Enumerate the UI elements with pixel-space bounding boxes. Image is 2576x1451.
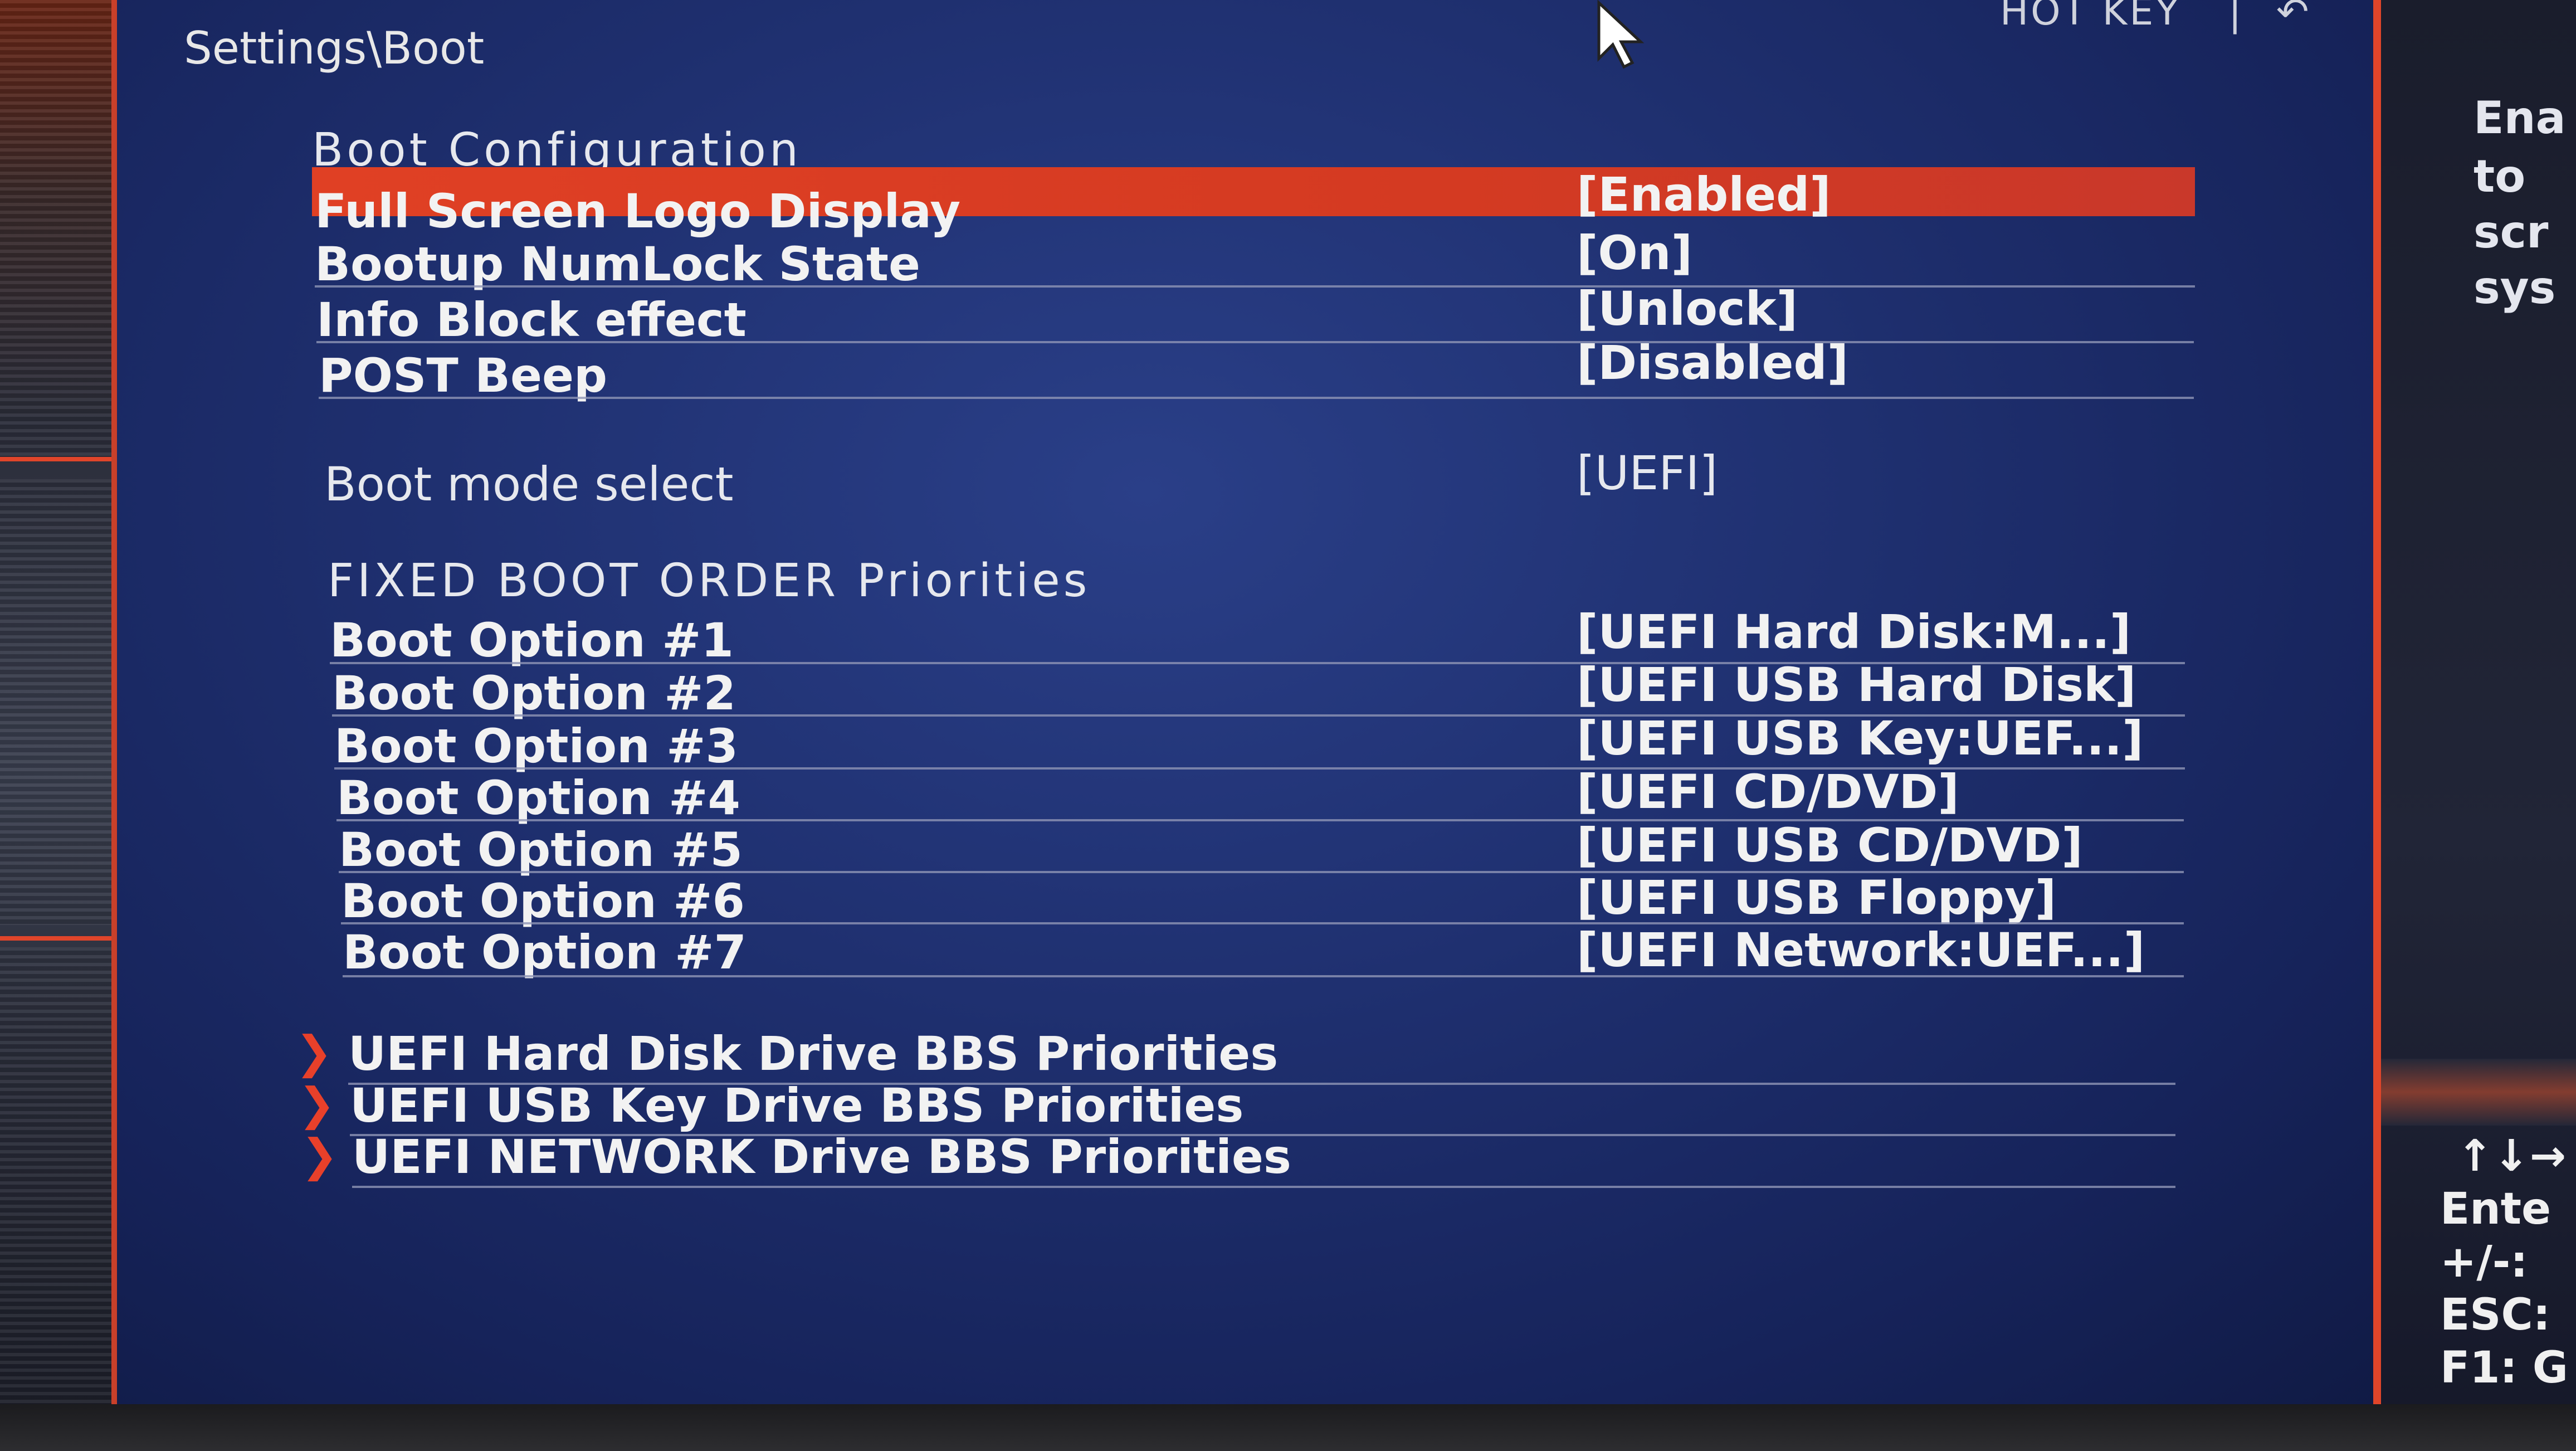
setting-value: [UEFI Network:UEF...] <box>1577 923 2145 977</box>
setting-value: [Enabled] <box>1577 167 1831 222</box>
key-legend-arrows: ↑↓→ <box>2457 1131 2567 1181</box>
setting-label: Boot Option #3 <box>334 719 738 773</box>
setting-label: Bootup NumLock State <box>315 237 920 291</box>
help-text-line: Ena <box>2473 92 2566 144</box>
setting-value: [UEFI USB CD/DVD] <box>1577 818 2083 873</box>
submenu-chevron-icon: ❯ <box>301 1129 339 1181</box>
setting-value: [UEFI Hard Disk:M...] <box>1577 605 2131 659</box>
help-text-line: to <box>2473 150 2526 202</box>
setting-label: Boot Option #5 <box>339 822 743 877</box>
setting-value: [Disabled] <box>1577 335 1849 390</box>
setting-label: Info Block effect <box>316 293 747 347</box>
setting-label: Boot mode select <box>324 457 734 512</box>
row-divider <box>315 285 2195 288</box>
setting-label: Boot Option #2 <box>332 666 736 720</box>
row-divider <box>343 975 2184 977</box>
key-legend-enter: Ente <box>2440 1184 2551 1234</box>
bios-screen: Settings\Boot HOT KEY | ↶ Boot Configura… <box>0 0 2576 1451</box>
setting-value: [Unlock] <box>1577 281 1798 336</box>
hotkey-separator: | ↶ <box>2228 0 2309 35</box>
breadcrumb: Settings\Boot <box>184 22 485 74</box>
hotkey-label[interactable]: HOT KEY <box>2000 0 2181 34</box>
setting-value: [UEFI USB Hard Disk] <box>1577 658 2136 712</box>
key-legend-f1: F1: G <box>2440 1343 2568 1393</box>
setting-label: Boot Option #6 <box>341 874 745 928</box>
key-legend-esc: ESC: <box>2440 1290 2550 1340</box>
key-legend-plus-minus: +/-: <box>2440 1237 2528 1287</box>
submenu-label: UEFI USB Key Drive BBS Priorities <box>350 1078 1244 1133</box>
row-divider <box>316 341 2194 343</box>
section-title-fixed-boot-order: FIXED BOOT ORDER Priorities <box>328 554 1091 607</box>
setting-value: [UEFI USB Key:UEF...] <box>1577 711 2144 766</box>
submenu-chevron-icon: ❯ <box>295 1026 333 1078</box>
help-panel-divider <box>2381 1059 2576 1126</box>
help-text-line: sys <box>2473 262 2556 314</box>
submenu-label: UEFI NETWORK Drive BBS Priorities <box>352 1129 1291 1184</box>
setting-label: Boot Option #7 <box>343 925 747 980</box>
back-arrow-icon[interactable]: ↶ <box>2276 0 2309 35</box>
submenu-chevron-icon: ❯ <box>298 1078 336 1130</box>
submenu-label: UEFI Hard Disk Drive BBS Priorities <box>348 1026 1279 1081</box>
setting-label: Boot Option #1 <box>330 613 734 668</box>
setting-value: [UEFI CD/DVD] <box>1577 765 1959 819</box>
setting-value: [UEFI USB Floppy] <box>1577 870 2057 925</box>
setting-value: [On] <box>1577 226 1692 280</box>
setting-value: [UEFI] <box>1577 446 1718 500</box>
setting-label: Full Screen Logo Display <box>315 184 961 238</box>
row-divider <box>352 1186 2175 1188</box>
help-text-line: scr <box>2473 206 2549 258</box>
mouse-cursor-icon <box>1597 0 1645 69</box>
row-divider <box>319 397 2194 399</box>
monitor-bezel <box>0 1404 2576 1451</box>
setting-label: Boot Option #4 <box>336 771 740 825</box>
setting-label: POST Beep <box>319 348 608 403</box>
hotkey-separator-text: | <box>2228 0 2242 35</box>
